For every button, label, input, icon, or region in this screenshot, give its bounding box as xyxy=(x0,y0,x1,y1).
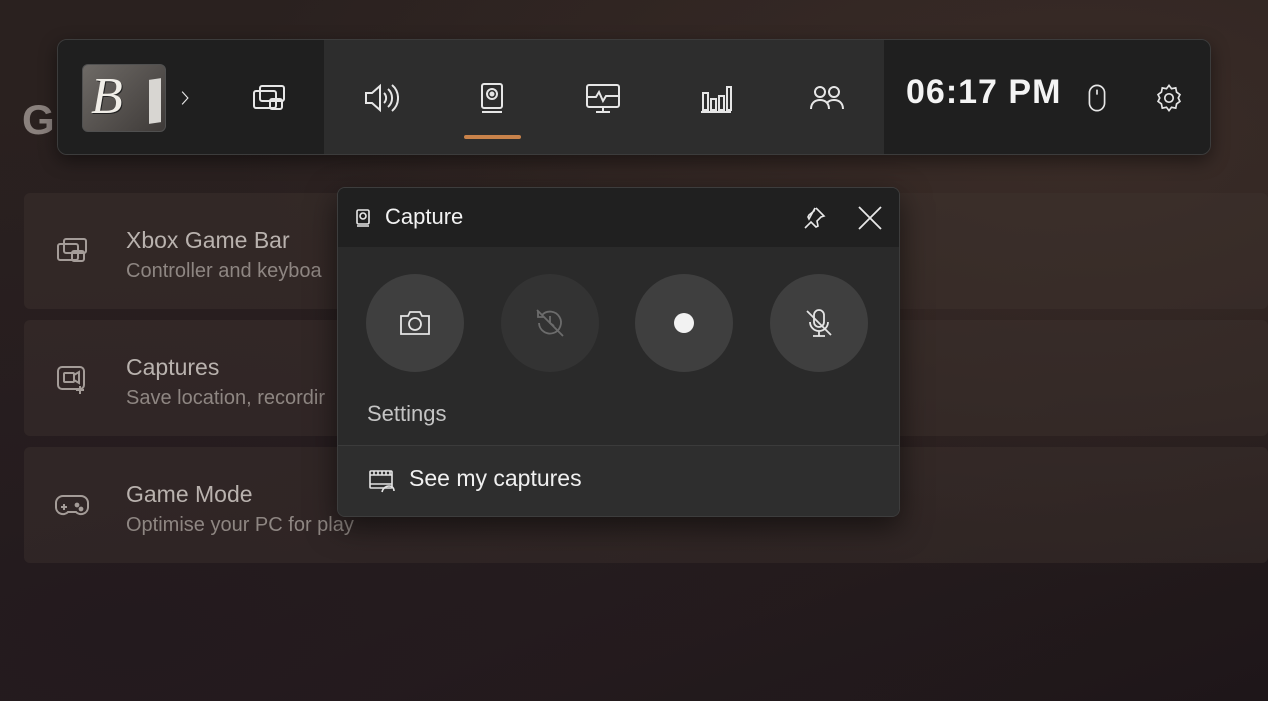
pin-icon xyxy=(804,207,826,229)
start-recording-button[interactable] xyxy=(635,274,733,372)
record-last-button[interactable] xyxy=(501,274,599,372)
capture-settings-link[interactable]: Settings xyxy=(367,401,447,427)
active-widget-indicator xyxy=(464,135,521,139)
page-title: G xyxy=(22,96,55,143)
game-bar-profile-section: B xyxy=(58,40,324,154)
setting-subtitle: Controller and keyboa xyxy=(126,260,322,282)
microphone-button[interactable] xyxy=(770,274,868,372)
resources-button[interactable] xyxy=(680,62,752,134)
chevron-right-icon xyxy=(181,91,189,105)
widget-menu-button[interactable] xyxy=(233,62,305,134)
audio-button[interactable] xyxy=(344,62,416,134)
gamepad-icon xyxy=(54,487,90,523)
speaker-icon xyxy=(365,83,399,113)
capture-title: Capture xyxy=(385,204,464,229)
record-dot-icon xyxy=(674,313,694,333)
capture-widget: Capture Settings See my captures xyxy=(337,187,900,517)
avatar-letter: B xyxy=(91,68,123,125)
expand-chevron-button[interactable] xyxy=(150,62,220,134)
close-icon xyxy=(858,206,882,230)
camera-icon xyxy=(400,311,430,335)
mouse-button[interactable] xyxy=(1062,62,1132,134)
gallery-icon xyxy=(368,468,396,494)
setting-title: Captures xyxy=(126,354,220,380)
social-button[interactable] xyxy=(791,62,863,134)
captures-icon xyxy=(54,360,90,396)
see-my-captures-label: See my captures xyxy=(409,465,582,491)
see-my-captures-button[interactable]: See my captures xyxy=(338,446,899,516)
performance-button[interactable] xyxy=(567,62,639,134)
setting-subtitle: Save location, recordir xyxy=(126,387,325,409)
capture-button[interactable] xyxy=(456,62,528,134)
mic-off-icon xyxy=(806,309,832,337)
bar-chart-icon xyxy=(701,86,732,113)
history-off-icon xyxy=(536,309,564,337)
close-button[interactable] xyxy=(852,200,888,236)
game-bar-icon xyxy=(54,233,90,269)
people-icon xyxy=(810,86,844,110)
widget-menu-icon xyxy=(253,85,285,110)
clock: 06:17 PM xyxy=(906,73,1062,111)
setting-title: Game Mode xyxy=(126,481,253,507)
gear-icon xyxy=(1156,83,1182,113)
setting-title: Xbox Game Bar xyxy=(126,227,290,253)
performance-monitor-icon xyxy=(586,84,620,113)
setting-subtitle: Optimise your PC for play xyxy=(126,514,354,536)
widget-strip xyxy=(324,40,884,154)
settings-button[interactable] xyxy=(1134,62,1204,134)
screenshot-button[interactable] xyxy=(366,274,464,372)
game-bar: B 06:17 PM xyxy=(57,39,1211,155)
pin-button[interactable] xyxy=(796,200,832,236)
webcam-icon xyxy=(353,208,373,228)
webcam-icon xyxy=(481,83,503,113)
capture-header: Capture xyxy=(338,188,899,247)
mouse-icon xyxy=(1088,84,1106,112)
